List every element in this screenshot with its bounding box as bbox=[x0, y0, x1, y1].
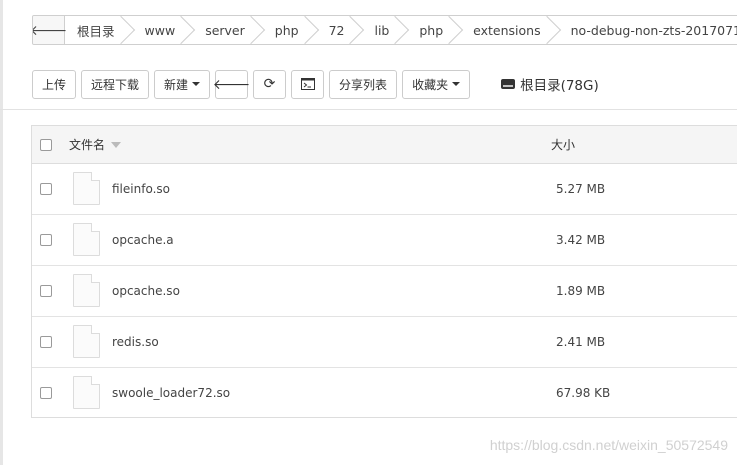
terminal-icon bbox=[300, 78, 315, 90]
file-size: 2.41 MB bbox=[556, 335, 606, 349]
favorites-dropdown-button[interactable]: 收藏夹 bbox=[402, 69, 471, 99]
breadcrumb-back-button[interactable]: 🡐 bbox=[32, 16, 68, 44]
file-name[interactable]: redis.so bbox=[112, 335, 159, 349]
breadcrumb-item-lib[interactable]: lib bbox=[362, 16, 407, 44]
select-all-checkbox[interactable] bbox=[40, 138, 52, 151]
column-header-name[interactable]: 文件名 bbox=[69, 136, 122, 153]
new-dropdown-button[interactable]: 新建 bbox=[154, 69, 211, 99]
file-icon bbox=[73, 223, 100, 256]
file-icon bbox=[73, 325, 100, 358]
breadcrumb-item-php-2[interactable]: php bbox=[407, 16, 461, 44]
disk-usage[interactable]: 根目录(78G) bbox=[501, 74, 599, 94]
row-checkbox[interactable] bbox=[40, 336, 52, 348]
file-name[interactable]: swoole_loader72.so bbox=[112, 386, 230, 400]
file-size: 5.27 MB bbox=[556, 182, 606, 196]
table-row[interactable]: swoole_loader72.so 67.98 KB bbox=[32, 368, 737, 418]
column-header-size[interactable]: 大小 bbox=[551, 136, 575, 153]
breadcrumb-item-extensions[interactable]: extensions bbox=[461, 16, 558, 44]
breadcrumb-item-72[interactable]: 72 bbox=[317, 16, 363, 44]
sort-down-icon bbox=[111, 141, 122, 148]
row-checkbox[interactable] bbox=[40, 387, 52, 399]
file-icon bbox=[73, 172, 100, 205]
terminal-button[interactable] bbox=[291, 69, 325, 99]
table-header: 文件名 大小 bbox=[32, 126, 737, 164]
hard-drive-icon bbox=[501, 79, 516, 89]
row-checkbox[interactable] bbox=[40, 285, 52, 297]
back-button[interactable]: 🡐 bbox=[212, 69, 251, 99]
file-icon bbox=[73, 274, 100, 307]
refresh-button[interactable]: ⟳ bbox=[253, 69, 287, 99]
arrow-left-icon: 🡐 bbox=[32, 22, 68, 39]
breadcrumb-item-server[interactable]: server bbox=[193, 16, 263, 44]
table-row[interactable]: opcache.a 3.42 MB bbox=[32, 215, 737, 266]
file-name[interactable]: opcache.a bbox=[112, 233, 174, 247]
column-header-name-label: 文件名 bbox=[69, 138, 106, 152]
file-table: 文件名 大小 fileinfo.so 5.27 MB opcache.a 3.4… bbox=[31, 125, 737, 418]
row-checkbox[interactable] bbox=[40, 234, 52, 246]
file-size: 1.89 MB bbox=[556, 284, 606, 298]
breadcrumb: 🡐 根目录 www server php 72 lib php extensio… bbox=[32, 15, 737, 45]
table-row[interactable]: fileinfo.so 5.27 MB bbox=[32, 164, 737, 215]
toolbar-divider bbox=[0, 109, 737, 110]
watermark: https://blog.csdn.net/weixin_50572549 bbox=[489, 437, 728, 453]
breadcrumb-item-www[interactable]: www bbox=[133, 16, 194, 44]
favorites-button-label: 收藏夹 bbox=[412, 77, 449, 92]
table-row[interactable]: opcache.so 1.89 MB bbox=[32, 266, 737, 317]
chevron-down-icon bbox=[452, 82, 461, 86]
file-size: 67.98 KB bbox=[556, 386, 611, 400]
remote-download-button[interactable]: 远程下载 bbox=[81, 69, 150, 99]
new-button-label: 新建 bbox=[164, 77, 189, 92]
breadcrumb-item-php[interactable]: php bbox=[263, 16, 317, 44]
file-size: 3.42 MB bbox=[556, 233, 606, 247]
breadcrumb-item-current[interactable]: no-debug-non-zts-20170718 bbox=[559, 16, 737, 44]
disk-usage-label: 根目录(78G) bbox=[520, 78, 599, 94]
upload-button[interactable]: 上传 bbox=[32, 69, 77, 99]
row-checkbox[interactable] bbox=[40, 183, 52, 195]
breadcrumb-item-root[interactable]: 根目录 bbox=[65, 16, 133, 44]
file-icon bbox=[73, 376, 100, 409]
chevron-down-icon bbox=[192, 82, 201, 86]
arrow-left-icon: 🡐 bbox=[212, 76, 251, 93]
share-list-button[interactable]: 分享列表 bbox=[329, 69, 398, 99]
refresh-icon: ⟳ bbox=[263, 76, 276, 92]
left-edge-bar bbox=[0, 0, 3, 465]
toolbar: 上传 远程下载 新建 🡐 ⟳ 分享列表 收藏夹 根目录(78G) bbox=[32, 69, 599, 99]
file-name[interactable]: fileinfo.so bbox=[112, 182, 170, 196]
table-row[interactable]: redis.so 2.41 MB bbox=[32, 317, 737, 368]
file-name[interactable]: opcache.so bbox=[112, 284, 180, 298]
